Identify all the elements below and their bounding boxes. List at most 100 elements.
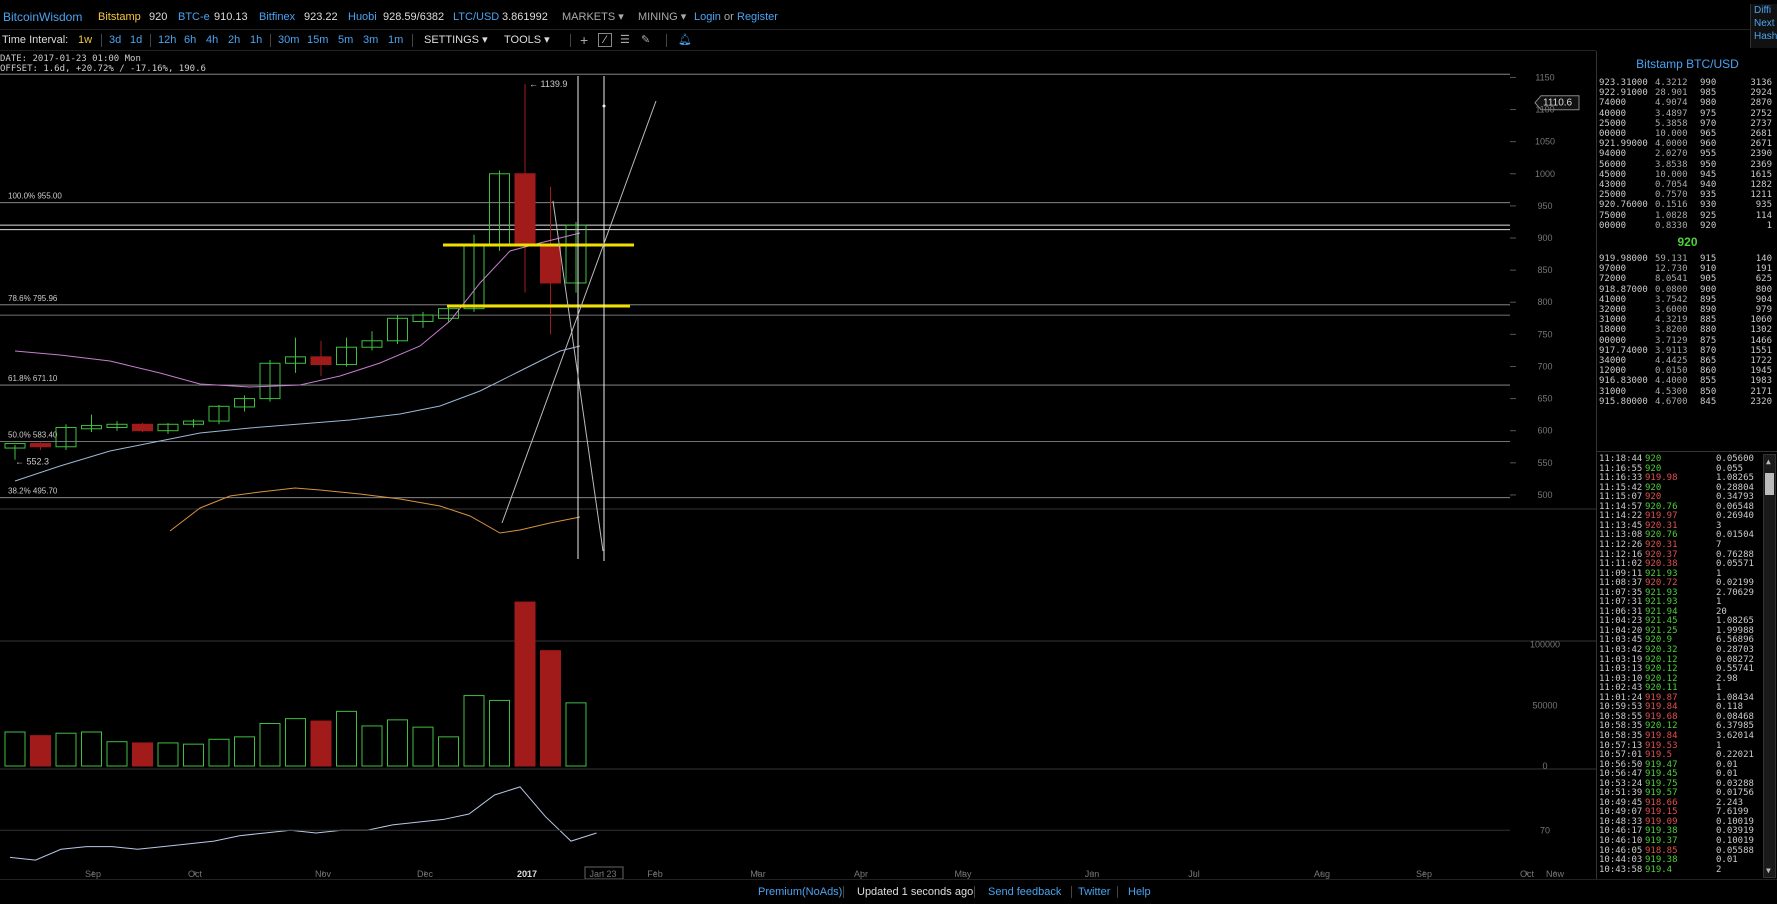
orderbook-cell: 3.6000 <box>1655 305 1688 315</box>
orderbook-cell: 18000 <box>1599 325 1627 336</box>
volume-bar <box>438 736 459 767</box>
x-tick-label: May <box>954 869 972 879</box>
orderbook-row: 917.74000 3.9113 870 1551 <box>1597 346 1777 357</box>
interval-1h[interactable]: 1h <box>250 30 262 50</box>
mining-menu[interactable]: MINING ▾ <box>638 0 686 30</box>
scroll-thumb[interactable] <box>1765 473 1774 495</box>
exchange-huobi[interactable]: Huobi <box>348 0 377 30</box>
y-tick-label: 1000 <box>1535 169 1555 179</box>
interval-1m[interactable]: 1m <box>388 30 403 50</box>
orderbook-cell: 43000 <box>1599 180 1627 190</box>
orderbook-cell: 3.8200 <box>1655 325 1688 336</box>
crosshair-tool-icon[interactable]: + <box>580 30 588 50</box>
markets-menu[interactable]: MARKETS ▾ <box>562 0 624 30</box>
alert-bell-icon[interactable]: 🔔︎ <box>678 30 692 50</box>
orderbook-cell: 915 <box>1700 254 1717 264</box>
interval-1w[interactable]: 1w <box>78 30 92 50</box>
interval-30m[interactable]: 30m <box>278 30 299 50</box>
line-tool-icon[interactable]: ⁄ <box>598 33 612 47</box>
next-link[interactable]: Next <box>1754 17 1777 30</box>
difficulty-link[interactable]: Diffi <box>1754 4 1777 17</box>
login-link[interactable]: Login <box>694 0 721 30</box>
twitter-link[interactable]: Twitter <box>1078 880 1110 904</box>
trade-scrollbar[interactable]: ▲ ▼ <box>1763 454 1776 878</box>
interval-4h[interactable]: 4h <box>206 30 218 50</box>
orderbook-cell: 625 <box>1755 274 1772 285</box>
scroll-up-icon[interactable]: ▲ <box>1766 457 1771 466</box>
interval-6h[interactable]: 6h <box>184 30 196 50</box>
orderbook-cell: 945 <box>1700 169 1717 180</box>
help-link[interactable]: Help <box>1128 880 1151 904</box>
status-bar: Premium(NoAds) Updated 1 seconds ago Sen… <box>0 879 1777 903</box>
orderbook-row: 923.31000 4.3212 990 3136 <box>1597 78 1777 89</box>
orderbook-row: 00000 10.000 965 2681 <box>1597 129 1777 140</box>
trade-history[interactable]: 11:18:44 920 0.05600 11:16:55 920 0.055 11:16:… <box>1597 451 1777 879</box>
orderbook-mid-price: 920 <box>1677 235 1698 249</box>
orderbook-cell: 3.4897 <box>1655 108 1688 119</box>
high-annotation: ← 1139.9 <box>529 79 567 89</box>
orderbook-cell: 12000 <box>1599 366 1627 377</box>
pencil-tool-icon[interactable]: ✎ <box>641 30 650 50</box>
candle-body <box>30 443 51 448</box>
x-tick-label: Sep <box>85 869 101 879</box>
orderbook-cell: 865 <box>1700 356 1717 366</box>
interval-3m[interactable]: 3m <box>363 30 378 50</box>
orderbook-row: 915.80000 4.6700 845 2320 <box>1597 397 1777 408</box>
orderbook-cell: 3.8538 <box>1655 159 1688 170</box>
interval-1d[interactable]: 1d <box>130 30 142 50</box>
top-nav: BitcoinWisdom Bitstamp 920 BTC-e 910.13 … <box>0 0 1777 30</box>
interval-2h[interactable]: 2h <box>228 30 240 50</box>
orderbook-row: 72000 8.0541 905 625 <box>1597 274 1777 285</box>
volume-bar <box>387 719 408 767</box>
y-tick-label: 850 <box>1537 265 1552 275</box>
interval-15m[interactable]: 15m <box>307 30 328 50</box>
orderbook-row: 922.91000 28.901 985 2924 <box>1597 88 1777 99</box>
y-tick-label: 750 <box>1537 329 1552 339</box>
trade-cell: 10:43:58 <box>1599 864 1643 875</box>
x-tick-label: Feb <box>647 869 663 879</box>
brand-logo[interactable]: BitcoinWisdom <box>3 0 82 30</box>
tools-menu[interactable]: TOOLS ▾ <box>504 30 550 50</box>
price-chart[interactable]: 100.0% 955.00 78.6% 795.96 61.8% 671.10 50.… <box>0 51 1596 879</box>
interval-5m[interactable]: 5m <box>338 30 353 50</box>
orderbook-cell: 850 <box>1700 386 1717 397</box>
register-link[interactable]: Register <box>737 0 778 30</box>
y-tick-label: 550 <box>1537 458 1552 468</box>
orderbook-cell: 870 <box>1700 345 1717 356</box>
orderbook-cell: 2681 <box>1750 129 1772 139</box>
trade-cell: 919.4 <box>1645 864 1673 875</box>
interval-12h[interactable]: 12h <box>158 30 176 50</box>
horizontal-line-tool-icon[interactable]: ☰ <box>620 30 630 50</box>
trade-row: 10:43:58 919.4 2 <box>1597 865 1759 875</box>
orderbook-cell: 1722 <box>1750 356 1772 366</box>
updated-status: Updated 1 seconds ago <box>857 886 974 898</box>
orderbook-cell: 925 <box>1700 210 1717 221</box>
exchange-bitstamp[interactable]: Bitstamp <box>98 0 141 30</box>
orderbook-cell: 97000 <box>1599 264 1627 275</box>
x-tick-label: Apr <box>854 869 868 879</box>
hashrate-link[interactable]: Hash <box>1754 30 1777 43</box>
orderbook-row: 31000 4.3219 885 1060 <box>1597 315 1777 326</box>
exchange-ltcusd[interactable]: LTC/USD <box>453 0 499 30</box>
user-drawings <box>443 76 657 561</box>
premium-link[interactable]: Premium(NoAds) <box>758 880 842 904</box>
orderbook-cell: 2752 <box>1750 108 1772 119</box>
candle-body <box>310 356 332 366</box>
interval-3d[interactable]: 3d <box>109 30 121 50</box>
orderbook-row: 918.87000 0.0800 900 800 <box>1597 285 1777 296</box>
exchange-btce[interactable]: BTC-e <box>178 0 210 30</box>
orderbook-cell: 0.8330 <box>1655 220 1688 231</box>
exchange-bitfinex[interactable]: Bitfinex <box>259 0 295 30</box>
scroll-down-icon[interactable]: ▼ <box>1766 866 1771 875</box>
orderbook-cell: 00000 <box>1599 335 1627 346</box>
send-feedback-link[interactable]: Send feedback <box>988 880 1061 904</box>
orderbook-cell: 2369 <box>1750 159 1772 170</box>
ma-line-orange <box>169 487 581 534</box>
orderbook-row: 12000 0.0150 860 1945 <box>1597 366 1777 377</box>
candle-body <box>540 243 561 284</box>
orderbook-cell: 1551 <box>1750 345 1772 356</box>
settings-menu[interactable]: SETTINGS ▾ <box>424 30 488 50</box>
ma-line-pink <box>14 232 581 388</box>
volume-bar <box>310 720 332 767</box>
orderbook-cell: 890 <box>1700 305 1717 315</box>
